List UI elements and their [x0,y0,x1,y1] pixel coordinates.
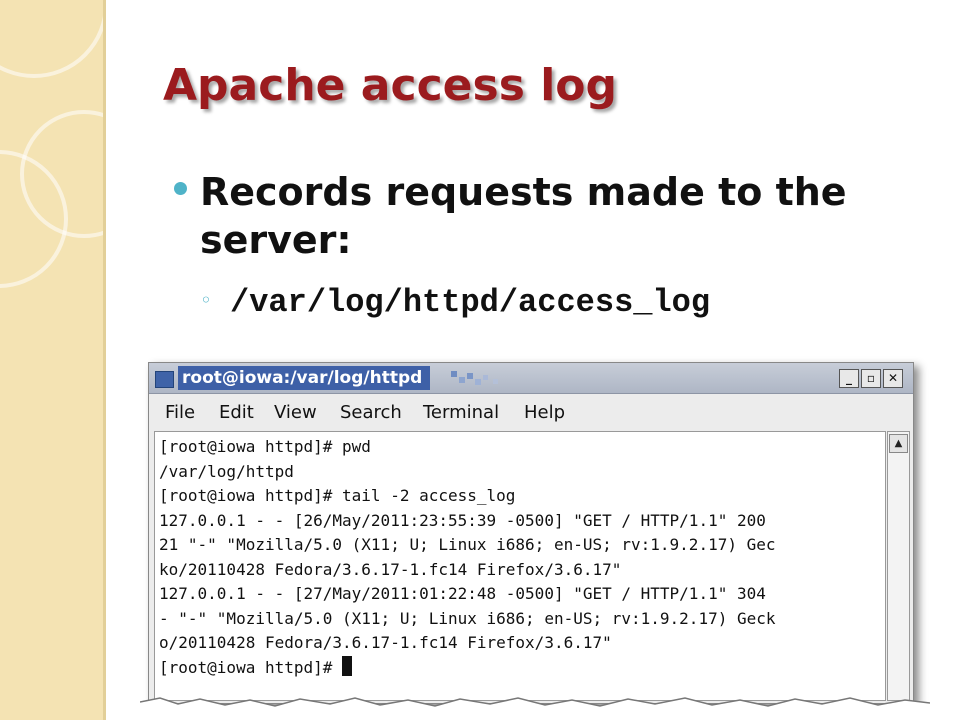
scroll-up-arrow-icon[interactable]: ▲ [889,434,908,453]
terminal-line: [root@iowa httpd]# tail -2 access_log [159,486,516,505]
terminal-scrollbar[interactable]: ▲ [887,431,910,701]
slide-title: Apache access log [163,60,618,111]
sub-bullet-marker-icon: ◦ [200,288,212,312]
terminal-line: [root@iowa httpd]# pwd [159,437,371,456]
terminal-line: - "-" "Mozilla/5.0 (X11; U; Linux i686; … [159,608,776,628]
terminal-prompt: [root@iowa httpd]# [159,657,343,677]
terminal-prompt-line: [root@iowa httpd]# [159,655,776,681]
side-strip-edge [103,0,106,720]
terminal-cursor [342,655,353,676]
terminal-line: o/20110428 Fedora/3.6.17-1.fc14 Firefox/… [159,633,612,652]
terminal-menubar: File Edit View Search Terminal Help [149,394,913,428]
decorative-side-strip [0,0,105,720]
terminal-line: 127.0.0.1 - - [26/May/2011:23:55:39 -050… [159,510,766,530]
decorative-ring [0,0,105,78]
terminal-titlebar[interactable]: root@iowa:/var/log/httpd _ ▫ ✕ [149,363,913,394]
torn-paper-edge [140,697,930,720]
menu-edit[interactable]: Edit [219,402,254,423]
bullet-text: Records requests made to the server: [200,170,847,262]
menu-view[interactable]: View [274,402,317,423]
terminal-line: 21 "-" "Mozilla/5.0 (X11; U; Linux i686;… [159,535,776,554]
menu-search[interactable]: Search [340,402,402,423]
sub-bullet-text: /var/log/httpd/access_log [230,284,711,321]
terminal-window-title: root@iowa:/var/log/httpd [178,366,431,390]
menu-file[interactable]: File [165,402,195,423]
bullet-dot-icon [174,182,187,195]
terminal-line: ko/20110428 Fedora/3.6.17-1.fc14 Firefox… [159,559,622,579]
menu-help[interactable]: Help [524,402,565,423]
close-button[interactable]: ✕ [883,369,903,388]
minimize-button[interactable]: _ [839,369,859,388]
menu-terminal[interactable]: Terminal [423,402,499,423]
terminal-icon [155,371,174,388]
terminal-line: 127.0.0.1 - - [27/May/2011:01:22:48 -050… [159,584,766,603]
titlebar-dither-decoration [451,371,498,385]
maximize-button[interactable]: ▫ [861,369,881,388]
terminal-output[interactable]: [root@iowa httpd]# pwd /var/log/httpd [r… [154,431,886,701]
terminal-window: root@iowa:/var/log/httpd _ ▫ ✕ File Edit… [148,362,914,704]
terminal-line: /var/log/httpd [159,461,294,481]
